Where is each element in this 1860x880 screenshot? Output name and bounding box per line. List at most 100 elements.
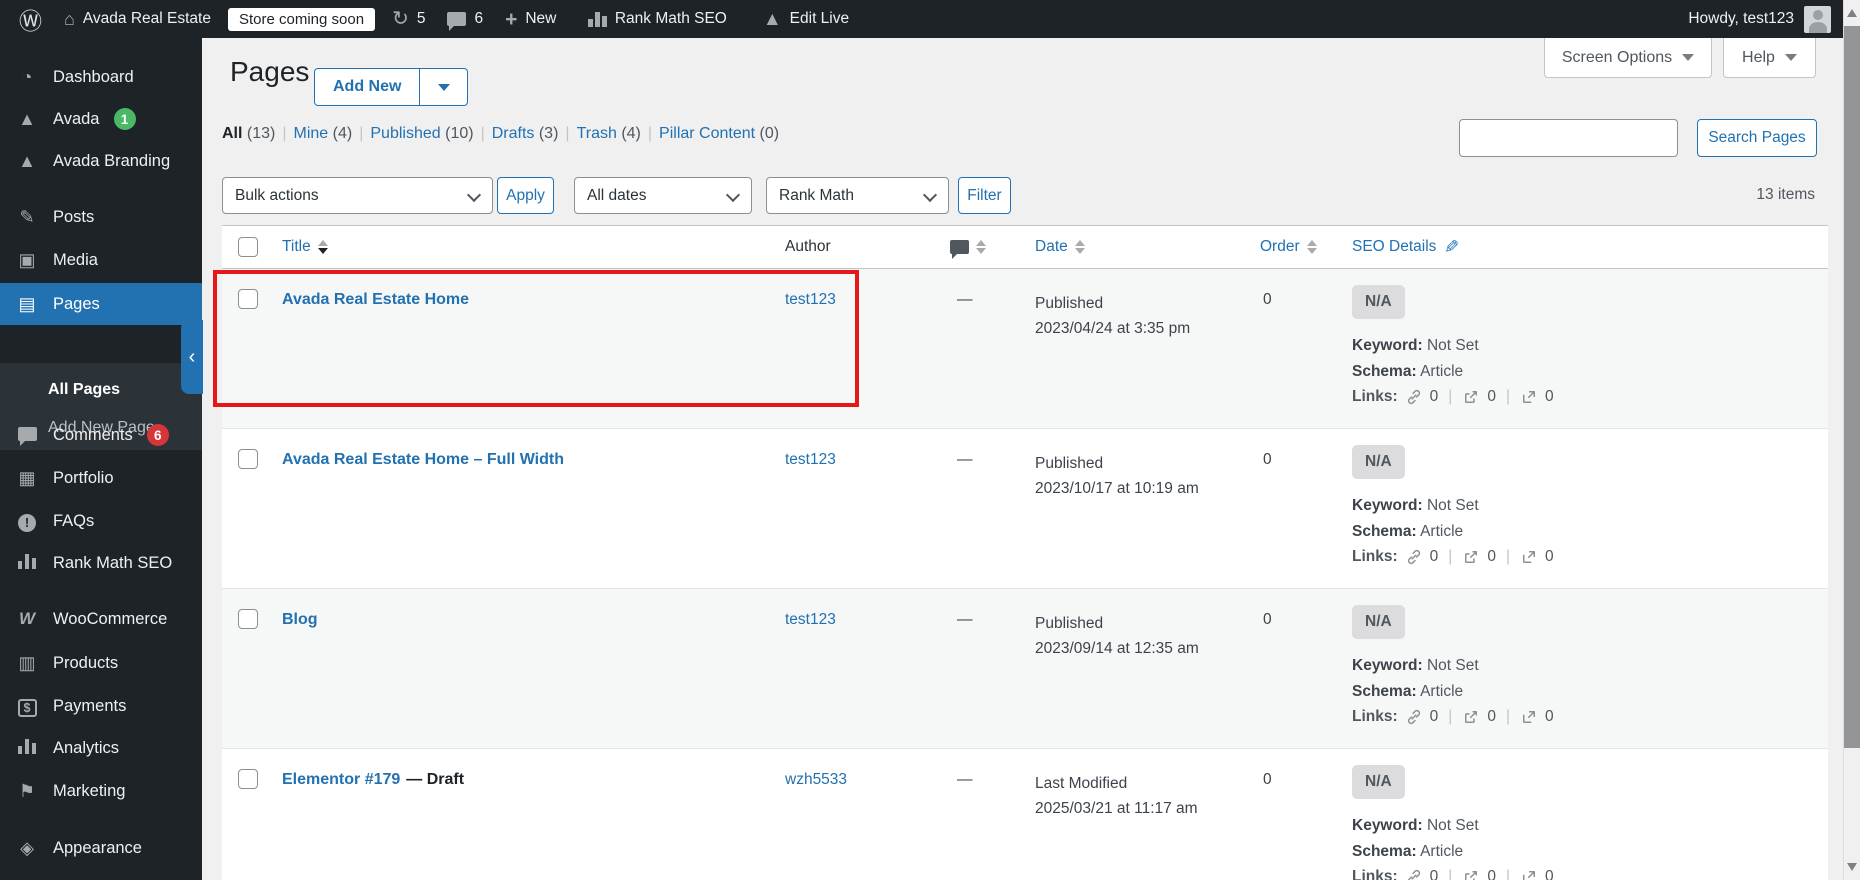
dates-filter-select[interactable]: All dates: [574, 177, 752, 214]
wordpress-admin-window: Ⓦ ⌂ Avada Real Estate Store coming soon …: [0, 0, 1860, 880]
search-pages-button[interactable]: Search Pages: [1697, 119, 1817, 157]
appearance-icon: ◈: [20, 837, 34, 858]
page-title: Pages: [230, 56, 310, 87]
items-count: 13 items: [1756, 186, 1815, 203]
woocommerce-icon: W: [18, 609, 36, 628]
sidebar-item-portfolio[interactable]: ▦ Portfolio: [0, 457, 202, 499]
author-link[interactable]: test123: [785, 291, 836, 308]
author-link[interactable]: wzh5533: [785, 771, 847, 788]
scroll-up-icon[interactable]: [1847, 9, 1857, 17]
sidebar-item-pages[interactable]: ▤ Pages: [0, 283, 202, 325]
seo-schema: Article: [1420, 523, 1464, 540]
sort-order[interactable]: Order: [1260, 238, 1317, 256]
rank-math-label: Rank Math SEO: [614, 10, 727, 27]
sidebar-item-dashboard[interactable]: ◔ Dashboard: [0, 56, 202, 98]
sidebar-item-posts[interactable]: ✎ Posts: [0, 196, 202, 238]
sidebar-item-label: Payments: [53, 696, 127, 715]
updates-count: 5: [416, 10, 426, 27]
sidebar-item-comments[interactable]: Comments 6: [0, 414, 202, 456]
rank-math-seo-link[interactable]: Rank Math SEO: [577, 0, 738, 38]
row-checkbox[interactable]: [238, 609, 258, 629]
sidebar-item-media[interactable]: ▣ Media: [0, 239, 202, 281]
sort-comments[interactable]: [950, 240, 986, 259]
chevron-down-icon: [437, 83, 450, 91]
edit-live-link[interactable]: ▲ Edit Live: [752, 0, 860, 38]
view-all[interactable]: All (13): [222, 125, 275, 142]
bulk-actions-select[interactable]: Bulk actions: [222, 177, 493, 214]
view-pillar-content[interactable]: Pillar Content (0): [659, 125, 779, 142]
filter-button[interactable]: Filter: [958, 177, 1011, 214]
seo-score-badge: N/A: [1352, 605, 1405, 639]
site-link[interactable]: ⌂ Avada Real Estate: [53, 0, 222, 38]
help-button[interactable]: Help: [1723, 38, 1816, 78]
sidebar-item-marketing[interactable]: ⚑ Marketing: [0, 770, 202, 812]
sidebar-item-label: Products: [53, 653, 119, 672]
author-link[interactable]: test123: [785, 611, 836, 628]
row-checkbox[interactable]: [238, 769, 258, 789]
scrollbar[interactable]: [1843, 0, 1860, 880]
row-order: 0: [1263, 771, 1272, 788]
view-mine[interactable]: Mine (4): [294, 125, 353, 142]
sidebar-item-payments[interactable]: $ Payments: [0, 685, 202, 727]
add-new-button[interactable]: Add New: [315, 69, 419, 105]
scroll-down-icon[interactable]: [1847, 863, 1857, 871]
seo-score-badge: N/A: [1352, 285, 1405, 319]
updates-link[interactable]: ↻ 5: [381, 0, 436, 38]
chevron-down-icon: [1784, 54, 1797, 61]
view-trash[interactable]: Trash (4): [577, 125, 641, 142]
sidebar-item-faqs[interactable]: ! FAQs: [0, 500, 202, 542]
rank-math-icon: [15, 553, 39, 574]
add-new-dropdown-toggle[interactable]: [419, 69, 467, 105]
submenu-all-pages[interactable]: All Pages: [0, 371, 202, 409]
sidebar-item-products[interactable]: ▥ Products: [0, 642, 202, 684]
sort-date[interactable]: Date: [1035, 238, 1085, 256]
sidebar-item-woocommerce[interactable]: W WooCommerce: [0, 598, 202, 640]
search-input[interactable]: [1459, 119, 1678, 157]
account-menu[interactable]: Howdy, test123: [1677, 0, 1843, 38]
page-title-link[interactable]: Blog: [282, 611, 318, 628]
sidebar-item-appearance[interactable]: ◈ Appearance: [0, 827, 202, 869]
apply-button[interactable]: Apply: [497, 177, 554, 214]
avada-update-badge: 1: [113, 108, 136, 130]
view-drafts[interactable]: Drafts (3): [492, 125, 559, 142]
help-label: Help: [1742, 48, 1775, 66]
sidebar-collapse-handle[interactable]: ‹: [181, 320, 203, 394]
portfolio-icon: ▦: [18, 467, 36, 488]
page-title-link[interactable]: Elementor #179: [282, 771, 400, 788]
column-seo-details[interactable]: SEO Details ✎: [1352, 237, 1460, 258]
wordpress-logo-icon: Ⓦ: [19, 8, 42, 34]
view-published[interactable]: Published (10): [370, 125, 473, 142]
wordpress-menu[interactable]: Ⓦ: [8, 0, 53, 38]
page-title-link[interactable]: Avada Real Estate Home – Full Width: [282, 451, 564, 468]
incoming-links-icon: [1520, 388, 1538, 406]
avada-icon: ▲: [762, 8, 782, 30]
sidebar-item-label: Media: [53, 250, 98, 269]
comments-pending-badge: 6: [146, 424, 169, 446]
sidebar-item-avada[interactable]: ▲ Avada 1: [0, 98, 202, 140]
sidebar-item-rank-math-seo[interactable]: Rank Math SEO: [0, 542, 202, 584]
page-title-link[interactable]: Avada Real Estate Home: [282, 291, 469, 308]
new-content-link[interactable]: + New: [494, 0, 567, 38]
comments-dash: —: [957, 771, 973, 788]
rank-math-filter-select[interactable]: Rank Math: [766, 177, 949, 214]
seo-keyword: Not Set: [1426, 817, 1479, 834]
scrollbar-thumb[interactable]: [1844, 26, 1860, 748]
sidebar-item-label: Portfolio: [53, 468, 114, 487]
row-order: 0: [1263, 611, 1272, 628]
author-link[interactable]: test123: [785, 451, 836, 468]
select-all-checkbox[interactable]: [238, 237, 258, 257]
comments-link[interactable]: 6: [436, 0, 494, 38]
screen-options-button[interactable]: Screen Options: [1544, 38, 1712, 78]
sidebar-item-label: Dashboard: [53, 67, 134, 86]
sort-arrows-icon: [1074, 240, 1085, 254]
sidebar-item-label: FAQs: [53, 511, 95, 530]
sidebar-item-avada-branding[interactable]: ▲ Avada Branding: [0, 140, 202, 182]
table-row: Blog test123 — Published 2023/09/14 at 12…: [222, 589, 1828, 749]
sidebar-item-analytics[interactable]: Analytics: [0, 727, 202, 769]
row-checkbox[interactable]: [238, 289, 258, 309]
pages-icon: ▤: [18, 293, 36, 314]
media-icon: ▣: [18, 249, 36, 270]
sort-title[interactable]: Title: [282, 238, 328, 256]
admin-sidebar: ◔ Dashboard ▲ Avada 1 ▲ Avada Branding ✎…: [0, 38, 202, 880]
row-checkbox[interactable]: [238, 449, 258, 469]
